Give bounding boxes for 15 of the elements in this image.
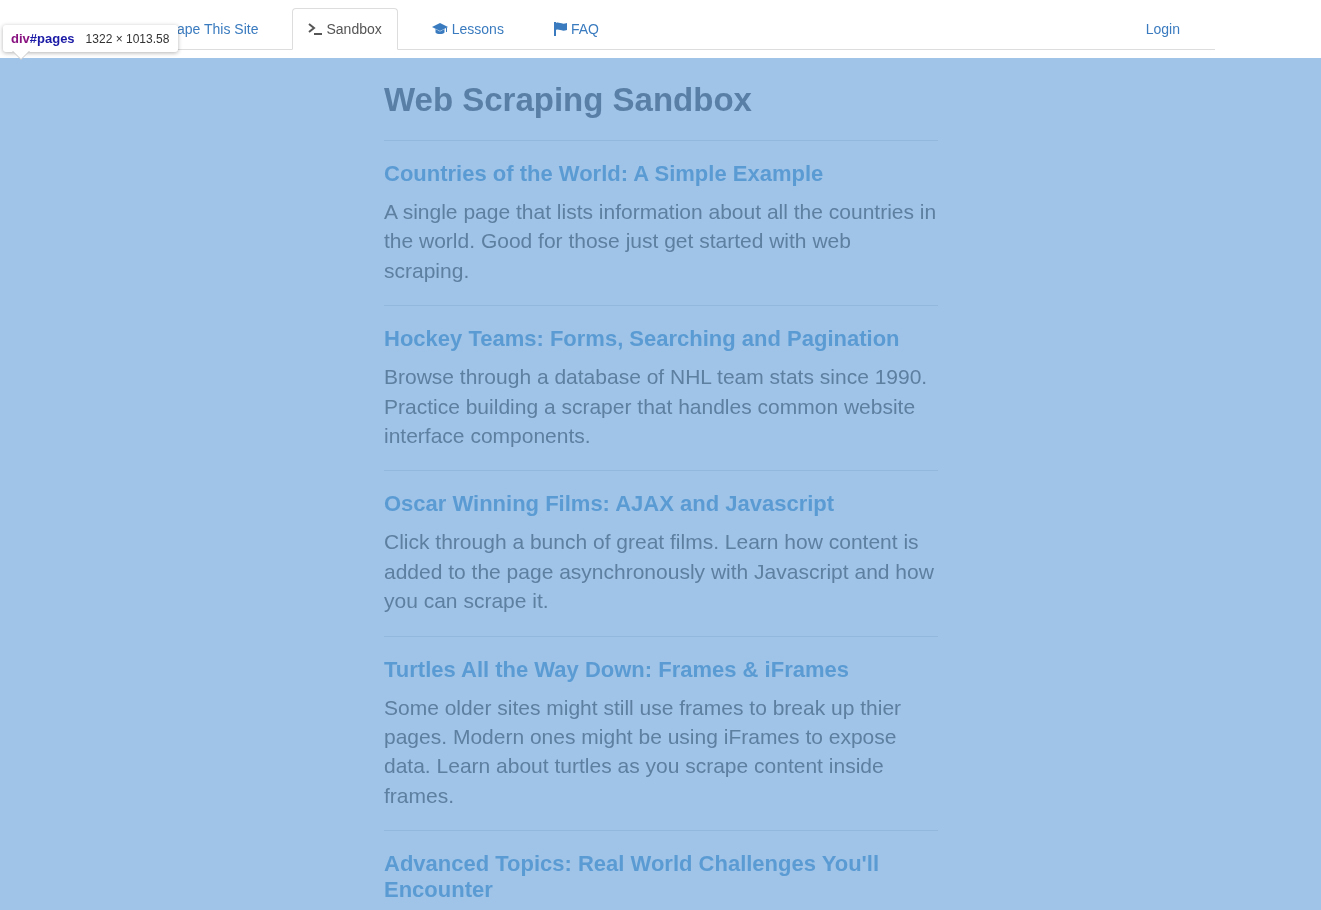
element-size: 1322 × 1013.58: [85, 30, 170, 48]
nav-tab[interactable]: Sandbox: [292, 8, 398, 50]
page-title: Web Scraping Sandbox: [384, 80, 753, 120]
flag-icon: [553, 22, 567, 36]
nav-tab[interactable]: ape This Site: [176, 8, 275, 50]
graduation-cap-icon: [431, 23, 448, 35]
login-link[interactable]: Login: [1145, 19, 1180, 39]
section-description: Click through a bunch of great films. Learn how content is added to the page asynchronously with Javascript and how you can scrape it.: [384, 529, 935, 615]
section-description: A single page that lists information about all the countries in the world. Good for those just get started with web scraping.: [384, 199, 938, 284]
section-description: Some older sites might still use frames to break up thier pages. Modern ones might be using iFrames to expose data. Learn about turtles as you scrape content inside frames.: [384, 694, 903, 809]
nav-tab[interactable]: Lessons: [415, 8, 520, 50]
section-description: Browse through a database of NHL team stats since 1990. Practice building a scraper that handles common website interface components.: [384, 364, 929, 450]
nav-tab[interactable]: FAQ: [537, 8, 615, 50]
terminal-icon: [308, 23, 323, 35]
element-selector: div#pages: [11, 29, 75, 48]
